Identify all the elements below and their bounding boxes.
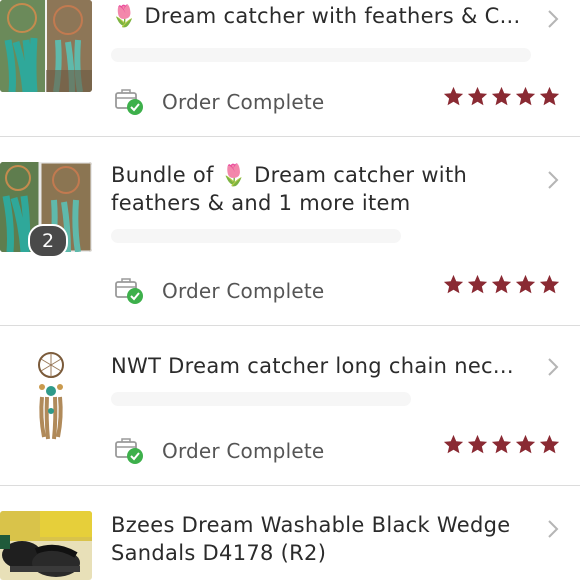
order-title[interactable]: NWT Dream catcher long chain nec...	[111, 352, 521, 380]
package-check-icon	[115, 89, 143, 115]
order-title-prefix: Bundle of	[111, 163, 221, 187]
order-title[interactable]: Bundle of 🌷 Dream catcher with feathers …	[111, 161, 521, 217]
order-row-4[interactable]: Bzees Dream Washable Black Wedge Sandals…	[0, 486, 580, 580]
star-icon	[515, 274, 536, 294]
star-icon	[443, 86, 464, 106]
order-status: Order Complete	[114, 436, 324, 466]
placeholder-line	[111, 229, 401, 243]
order-title[interactable]: Bzees Dream Washable Black Wedge Sandals…	[111, 511, 521, 567]
order-title-line1: Bzees Dream Washable Black Wedge	[111, 513, 511, 537]
order-title-text: Dream catcher with feathers & C...	[144, 4, 521, 28]
order-title-line2: Sandals D4178 (R2)	[111, 541, 327, 565]
chevron-right-icon[interactable]	[546, 8, 560, 30]
order-row-2[interactable]: 2 Bundle of 🌷 Dream catcher with feather…	[0, 137, 580, 326]
rating-stars	[443, 86, 560, 110]
status-label: Order Complete	[162, 279, 325, 303]
star-icon	[443, 434, 464, 454]
star-icon	[539, 434, 560, 454]
status-label: Order Complete	[162, 439, 325, 463]
package-check-icon	[115, 438, 143, 464]
order-thumbnail[interactable]	[0, 349, 92, 443]
rating-stars	[443, 434, 560, 458]
order-title-text: Dream catcher with	[254, 163, 468, 187]
order-row-3[interactable]: NWT Dream catcher long chain nec... Orde…	[0, 326, 580, 486]
star-icon	[539, 86, 560, 106]
chevron-right-icon[interactable]	[546, 356, 560, 378]
star-icon	[467, 274, 488, 294]
star-icon	[539, 274, 560, 294]
order-title[interactable]: 🌷 Dream catcher with feathers & C...	[111, 2, 521, 30]
chevron-right-icon[interactable]	[546, 169, 560, 191]
order-thumbnail[interactable]	[0, 511, 92, 580]
chevron-right-icon[interactable]	[546, 518, 560, 540]
star-icon	[491, 86, 512, 106]
package-check-icon	[115, 278, 143, 304]
star-icon	[443, 274, 464, 294]
star-icon	[491, 434, 512, 454]
star-icon	[515, 86, 536, 106]
item-count-badge: 2	[28, 224, 68, 258]
placeholder-line	[111, 392, 411, 406]
tulip-emoji: 🌷	[220, 163, 248, 187]
star-icon	[515, 434, 536, 454]
order-status: Order Complete	[114, 276, 324, 306]
order-row-1[interactable]: 🌷 Dream catcher with feathers & C... Ord…	[0, 0, 580, 137]
order-status: Order Complete	[114, 87, 324, 117]
order-title-line2: feathers & and 1 more item	[111, 191, 411, 215]
star-icon	[467, 434, 488, 454]
placeholder-line	[111, 48, 531, 62]
star-icon	[491, 274, 512, 294]
status-label: Order Complete	[162, 90, 325, 114]
rating-stars	[443, 274, 560, 298]
star-icon	[467, 86, 488, 106]
tulip-emoji: 🌷	[111, 4, 138, 28]
order-thumbnail[interactable]	[0, 0, 92, 92]
